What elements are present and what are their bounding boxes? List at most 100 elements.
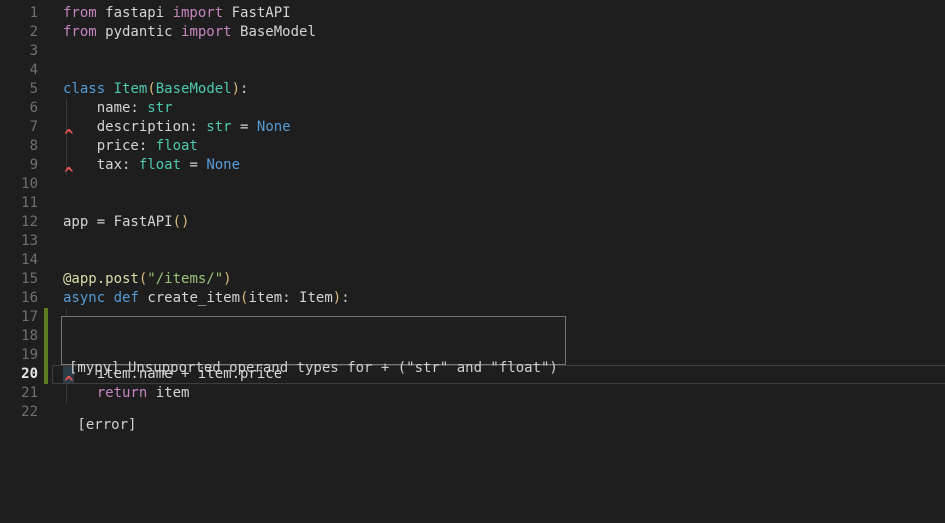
line-number: 9 [0, 156, 38, 175]
code-token: None [257, 119, 291, 135]
code-token: "/items/" [147, 271, 223, 287]
gutter-sign-column [38, 99, 63, 118]
code-text: tax: float = None [63, 156, 240, 175]
code-token: : [240, 81, 248, 97]
gutter-sign-column [38, 4, 63, 23]
gutter-sign-column [38, 194, 63, 213]
code-token: price: [63, 138, 156, 154]
code-text: name: str [63, 99, 173, 118]
code-token: async [63, 290, 105, 306]
line-number: 17 [0, 308, 38, 327]
code-token: description: [63, 119, 206, 135]
code-token: from [63, 5, 97, 21]
code-token: pydantic [97, 24, 181, 40]
code-line-8[interactable]: 8 price: float [0, 137, 945, 156]
line-number: 8 [0, 137, 38, 156]
line-number: 4 [0, 61, 38, 80]
code-text: description: str = None [63, 118, 291, 137]
line-number: 12 [0, 213, 38, 232]
code-token: FastAPI [223, 5, 290, 21]
line-number: 3 [0, 42, 38, 61]
gutter-sign-column [38, 289, 63, 308]
code-token: BaseModel [156, 81, 232, 97]
editor[interactable]: 1from fastapi import FastAPI2from pydant… [0, 0, 945, 523]
gutter-sign-column [38, 232, 63, 251]
tooltip-severity: [error] [69, 416, 565, 435]
code-text: class Item(BaseModel): [63, 80, 248, 99]
code-token [105, 290, 113, 306]
code-text: price: float [63, 137, 198, 156]
gutter-sign-column [38, 270, 63, 289]
code-line-15[interactable]: 15@app.post("/items/") [0, 270, 945, 289]
code-token: class [63, 81, 105, 97]
line-number: 10 [0, 175, 38, 194]
gutter-sign-column [38, 346, 63, 365]
code-token: @app.post [63, 271, 139, 287]
line-number: 20 [0, 365, 38, 384]
code-line-2[interactable]: 2from pydantic import BaseModel [0, 23, 945, 42]
gutter-sign-column [38, 156, 63, 175]
code-token: None [206, 157, 240, 173]
code-line-10[interactable]: 10 [0, 175, 945, 194]
line-number: 22 [0, 403, 38, 422]
code-token: tax: [63, 157, 139, 173]
code-text: async def create_item(item: Item): [63, 289, 350, 308]
code-text: app = FastAPI() [63, 213, 189, 232]
code-token: float [139, 157, 181, 173]
git-change-indicator [44, 308, 48, 327]
code-text: @app.post("/items/") [63, 270, 232, 289]
code-line-3[interactable]: 3 [0, 42, 945, 61]
code-line-7[interactable]: 7 description: str = None^ [0, 118, 945, 137]
gutter-sign-column [38, 175, 63, 194]
gutter-sign-column [38, 61, 63, 80]
line-number: 1 [0, 4, 38, 23]
code-token: app = FastAPI [63, 214, 173, 230]
code-line-4[interactable]: 4 [0, 61, 945, 80]
line-number: 6 [0, 99, 38, 118]
code-line-13[interactable]: 13 [0, 232, 945, 251]
code-token: str [206, 119, 231, 135]
line-number: 16 [0, 289, 38, 308]
code-line-9[interactable]: 9 tax: float = None^ [0, 156, 945, 175]
gutter-sign-column [38, 308, 63, 327]
code-token: ) [223, 271, 231, 287]
gutter-sign-column [38, 80, 63, 99]
line-number: 2 [0, 23, 38, 42]
code-line-11[interactable]: 11 [0, 194, 945, 213]
code-token: float [156, 138, 198, 154]
code-line-14[interactable]: 14 [0, 251, 945, 270]
code-token: = [232, 119, 257, 135]
gutter-sign-column [38, 403, 63, 422]
gutter-sign-column [38, 251, 63, 270]
line-number: 13 [0, 232, 38, 251]
code-token: import [181, 24, 232, 40]
gutter-sign-column [38, 327, 63, 346]
code-token: def [114, 290, 139, 306]
tooltip-message: [mypy] Unsupported operand types for + (… [69, 359, 565, 378]
code-line-12[interactable]: 12 app = FastAPI() [0, 213, 945, 232]
code-line-1[interactable]: 1 from fastapi import FastAPI [0, 4, 945, 23]
code-token: : [341, 290, 349, 306]
code-token: fastapi [97, 5, 173, 21]
line-number: 11 [0, 194, 38, 213]
code-text: from fastapi import FastAPI [63, 4, 291, 23]
gutter-sign-column [38, 23, 63, 42]
gutter-sign-column [38, 118, 63, 137]
diagnostic-tooltip: [mypy] Unsupported operand types for + (… [61, 316, 566, 365]
code-line-5[interactable]: 5 class Item(BaseModel): [0, 80, 945, 99]
line-number: 18 [0, 327, 38, 346]
code-token: BaseModel [232, 24, 316, 40]
git-change-indicator [44, 327, 48, 346]
line-number: 5 [0, 80, 38, 99]
code-token: = [181, 157, 206, 173]
code-token: ) [333, 290, 341, 306]
code-line-16[interactable]: 16 async def create_item(item: Item): [0, 289, 945, 308]
code-line-6[interactable]: 6 name: str [0, 99, 945, 118]
git-change-indicator [44, 346, 48, 365]
line-number: 14 [0, 251, 38, 270]
code-token: str [147, 100, 172, 116]
code-token: () [173, 214, 190, 230]
code-token: item: Item [248, 290, 332, 306]
code-token: name: [63, 100, 147, 116]
gutter-sign-column [38, 42, 63, 61]
